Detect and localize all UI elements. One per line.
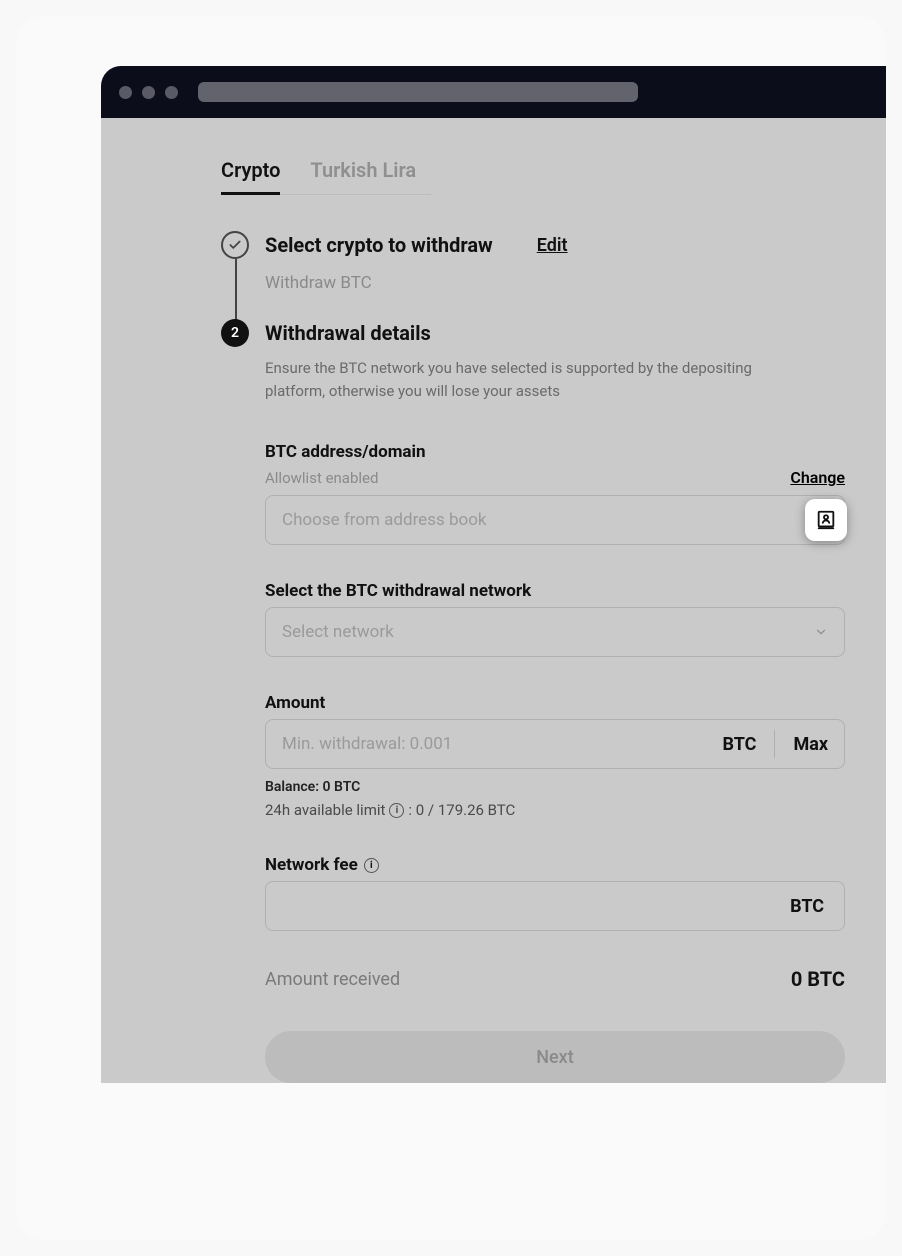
network-select[interactable]: Select network bbox=[265, 607, 845, 657]
address-field-group: BTC address/domain Allowlist enabled Cha… bbox=[265, 442, 845, 545]
address-book-button[interactable] bbox=[805, 499, 847, 541]
fee-display: BTC bbox=[265, 881, 845, 931]
step-connector bbox=[235, 259, 237, 324]
max-button[interactable]: Max bbox=[775, 734, 828, 755]
amount-received-row: Amount received 0 BTC bbox=[265, 967, 845, 991]
maximize-dot[interactable] bbox=[165, 86, 178, 99]
minimize-dot[interactable] bbox=[142, 86, 155, 99]
browser-window: Crypto Turkish Lira Select crypto to wit… bbox=[101, 66, 886, 1083]
received-label: Amount received bbox=[265, 969, 400, 990]
amount-label: Amount bbox=[265, 693, 845, 713]
close-dot[interactable] bbox=[119, 86, 132, 99]
browser-titlebar bbox=[101, 66, 886, 118]
withdraw-tabs: Crypto Turkish Lira bbox=[221, 158, 431, 195]
next-button[interactable]: Next bbox=[265, 1031, 845, 1083]
edit-link[interactable]: Edit bbox=[537, 235, 568, 256]
tab-crypto[interactable]: Crypto bbox=[221, 158, 280, 194]
step-1-row: Select crypto to withdraw Edit bbox=[221, 231, 886, 259]
tab-turkish-lira[interactable]: Turkish Lira bbox=[310, 158, 416, 194]
fee-label: Network fee i bbox=[265, 855, 845, 875]
network-label: Select the BTC withdrawal network bbox=[265, 581, 845, 601]
network-field-group: Select the BTC withdrawal network Select… bbox=[265, 581, 845, 657]
limit-prefix: 24h available limit bbox=[265, 801, 385, 819]
fee-label-text: Network fee bbox=[265, 855, 358, 875]
change-link[interactable]: Change bbox=[790, 468, 845, 487]
amount-input[interactable] bbox=[282, 734, 705, 754]
address-book-icon bbox=[815, 509, 837, 531]
limit-row: 24h available limit i : 0 / 179.26 BTC bbox=[265, 801, 845, 819]
amount-field-group: Amount BTC Max Balance: 0 BTC 24h availa… bbox=[265, 693, 845, 819]
step-2-title: Withdrawal details bbox=[265, 321, 431, 345]
address-input[interactable] bbox=[282, 510, 828, 530]
balance-text: Balance: 0 BTC bbox=[265, 779, 845, 795]
url-bar[interactable] bbox=[198, 82, 638, 102]
step-2-badge: 2 bbox=[221, 319, 249, 347]
window-controls bbox=[119, 86, 178, 99]
step-1-subtitle: Withdraw BTC bbox=[265, 273, 886, 293]
allowlist-label: Allowlist enabled bbox=[265, 469, 378, 487]
amount-unit: BTC bbox=[705, 730, 776, 758]
limit-value: : 0 / 179.26 BTC bbox=[408, 801, 515, 819]
withdraw-form: BTC address/domain Allowlist enabled Cha… bbox=[265, 442, 845, 1083]
info-icon[interactable]: i bbox=[389, 803, 404, 818]
step-1-title: Select crypto to withdraw bbox=[265, 233, 493, 257]
chevron-down-icon bbox=[814, 625, 828, 639]
network-placeholder: Select network bbox=[282, 622, 394, 642]
page-content: Crypto Turkish Lira Select crypto to wit… bbox=[101, 118, 886, 1083]
address-label: BTC address/domain bbox=[265, 442, 845, 462]
address-input-box[interactable] bbox=[265, 495, 845, 545]
amount-input-box[interactable]: BTC Max bbox=[265, 719, 845, 769]
check-icon bbox=[221, 231, 249, 259]
stepper: Select crypto to withdraw Edit Withdraw … bbox=[221, 231, 886, 402]
received-value: 0 BTC bbox=[791, 967, 845, 991]
fee-unit: BTC bbox=[790, 896, 824, 917]
step-2-row: 2 Withdrawal details bbox=[221, 319, 886, 347]
info-icon[interactable]: i bbox=[364, 858, 379, 873]
step-2-description: Ensure the BTC network you have selected… bbox=[265, 357, 795, 402]
fee-field-group: Network fee i BTC bbox=[265, 855, 845, 931]
